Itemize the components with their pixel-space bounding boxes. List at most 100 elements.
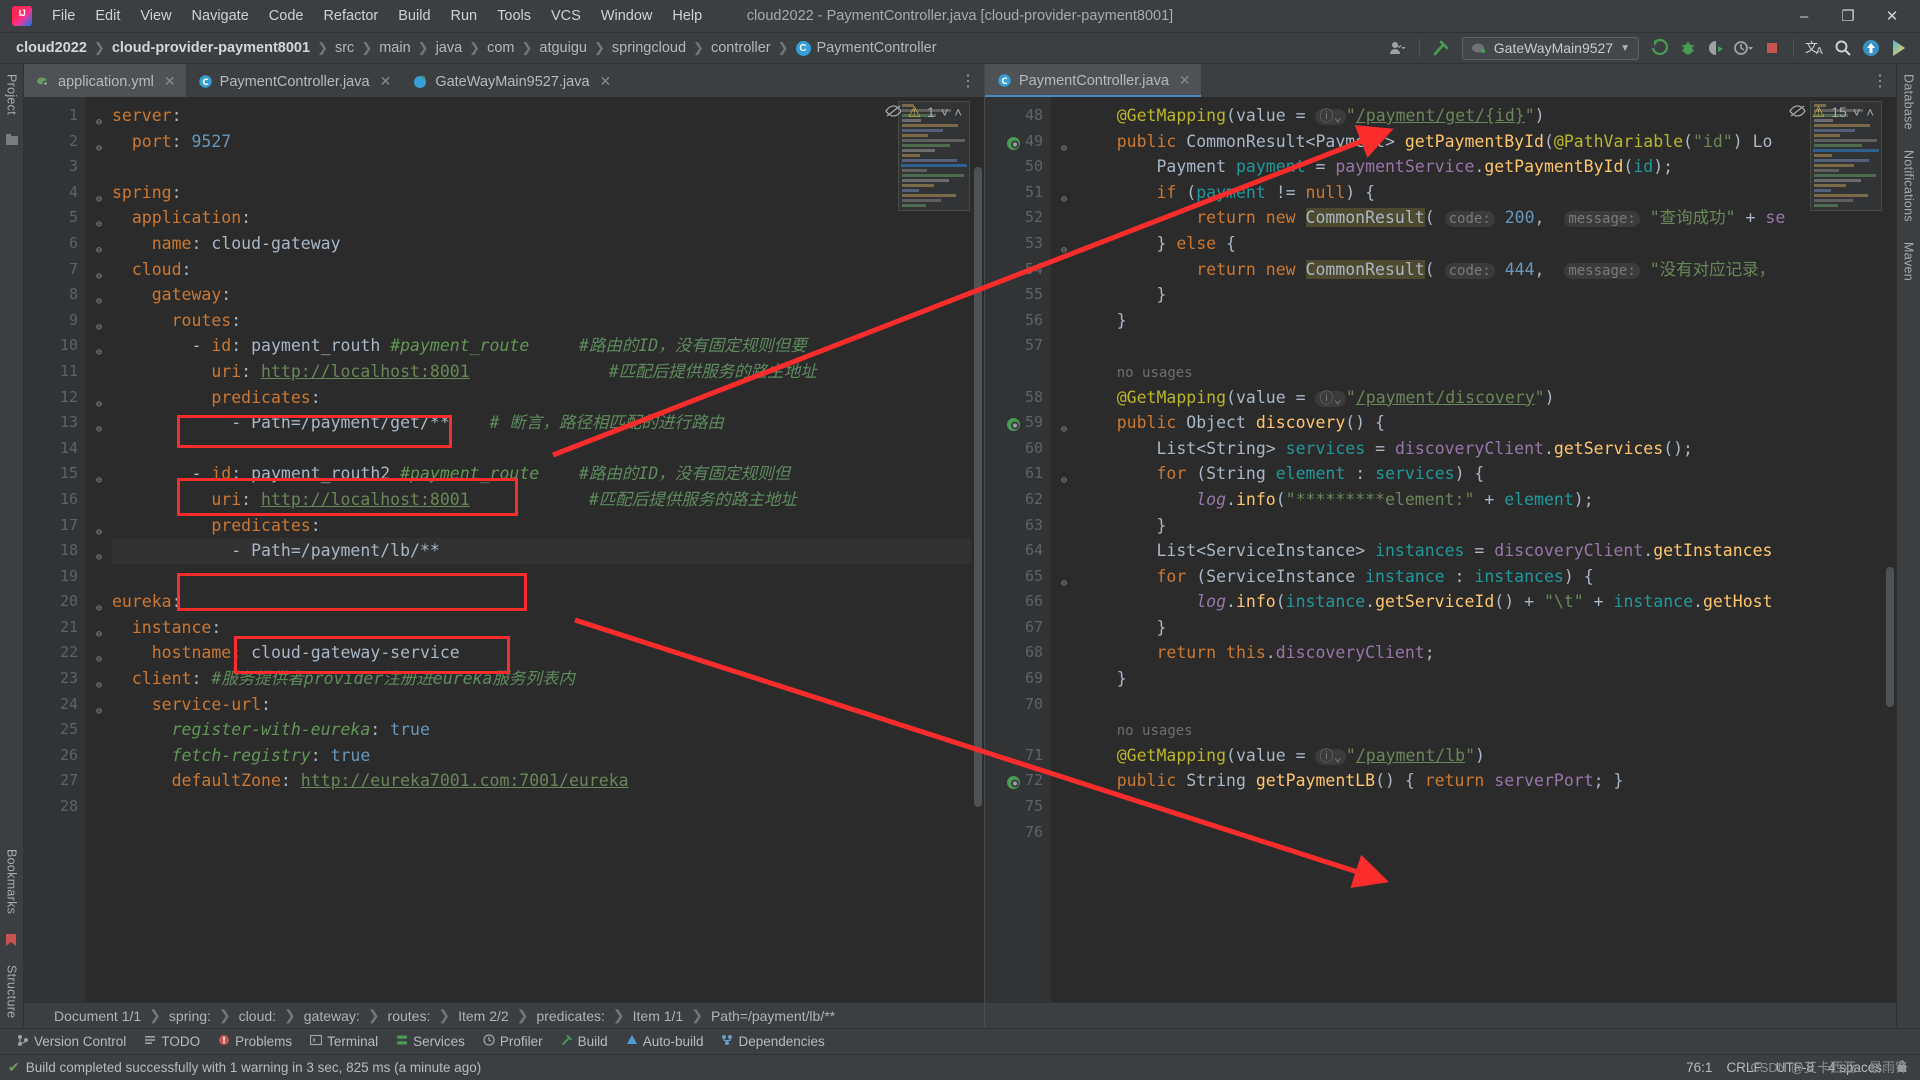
editor-tabs-options-left[interactable]: ⋮	[960, 64, 984, 97]
code-line[interactable]: - id: payment_routh2 #payment_route #路由的…	[112, 461, 984, 487]
code-line[interactable]: return this.discoveryClient;	[1077, 640, 1896, 666]
web-endpoint-icon[interactable]	[1006, 415, 1021, 432]
toolwindow-profiler[interactable]: Profiler	[474, 1031, 552, 1052]
toolwindow-todo[interactable]: TODO	[135, 1031, 209, 1052]
code-line[interactable]: List<String> services = discoveryClient.…	[1077, 436, 1896, 462]
toolwindow-auto-build[interactable]: Auto-build	[617, 1031, 713, 1052]
code-line[interactable]: port: 9527	[112, 129, 984, 155]
sidebar-item-notifications[interactable]: Notifications	[1898, 140, 1920, 232]
more-options-icon[interactable]: ⋮	[960, 71, 976, 91]
code-line[interactable]: name: cloud-gateway	[112, 231, 984, 257]
code-line[interactable]: }	[1077, 513, 1896, 539]
next-problem-icon[interactable]: ˄	[954, 105, 962, 120]
ide-features-icon[interactable]	[1886, 36, 1912, 60]
close-tab-icon[interactable]: ✕	[600, 73, 612, 90]
code-line[interactable]: Payment payment = paymentService.getPaym…	[1077, 154, 1896, 180]
breadcrumb-gateway[interactable]: gateway:	[304, 1008, 360, 1024]
code-editor-left[interactable]: 1 ⊖ 2 ⊖ 3 4 ⊖ 5 ⊖ 6 ⊖ 7 ⊖ 8 ⊖ 9 ⊖ 10 ⊖ 11 12 ⊖ 13 ⊖ 14 15 ⊖ 16 17 ⊖ 18…	[24, 97, 984, 1002]
breadcrumb-document[interactable]: Document 1/1	[54, 1008, 141, 1024]
breadcrumb-controller[interactable]: controller	[711, 40, 771, 56]
toolwindow-build[interactable]: Build	[552, 1031, 617, 1052]
toolwindow-dependencies[interactable]: Dependencies	[712, 1031, 833, 1052]
code-line[interactable]: register-with-eureka: true	[112, 717, 984, 743]
hide-inspections-icon[interactable]	[884, 104, 902, 121]
minimize-button[interactable]: –	[1782, 0, 1826, 32]
code-line[interactable]: for (ServiceInstance instance : instance…	[1077, 564, 1896, 590]
maximize-button[interactable]: ❐	[1826, 0, 1870, 32]
close-button[interactable]: ✕	[1870, 0, 1914, 32]
updates-icon[interactable]	[1858, 36, 1884, 60]
code-line[interactable]	[1077, 692, 1896, 718]
stop-icon[interactable]	[1759, 36, 1785, 60]
sidebar-item-project[interactable]: Project	[1, 64, 23, 125]
prev-problem-icon[interactable]: ˅	[1853, 105, 1861, 120]
scrollbar-thumb[interactable]	[1886, 567, 1894, 707]
breadcrumb-atguigu[interactable]: atguigu	[539, 40, 587, 56]
editor-tabs-options-right[interactable]: ⋮	[1872, 64, 1896, 97]
code-line[interactable]: uri: http://localhost:8001 #匹配后提供服务的路主地址	[112, 359, 984, 385]
code-line[interactable]: spring:	[112, 180, 984, 206]
menu-tools[interactable]: Tools	[487, 4, 541, 28]
code-line[interactable]: uri: http://localhost:8001 #匹配后提供服务的路主地址	[112, 487, 984, 513]
menu-navigate[interactable]: Navigate	[182, 4, 259, 28]
code-line[interactable]: client: #服务提供者provider注册进eureka服务列表内	[112, 666, 984, 692]
close-tab-icon[interactable]: ✕	[164, 73, 176, 90]
breadcrumb-src[interactable]: src	[335, 40, 354, 56]
code-line[interactable]: cloud:	[112, 257, 984, 283]
code-line[interactable]: }	[1077, 666, 1896, 692]
code-line[interactable]: if (payment != null) {	[1077, 180, 1896, 206]
editor-tab-application-yml[interactable]: application.yml ✕	[24, 64, 186, 97]
code-line[interactable]	[112, 154, 984, 180]
breadcrumb-item-2-2[interactable]: Item 2/2	[458, 1008, 509, 1024]
code-line[interactable]: @GetMapping(value = ⓘ⌄ "/payment/get/{id}…	[1077, 103, 1896, 129]
menu-build[interactable]: Build	[388, 4, 440, 28]
code-line[interactable]	[112, 564, 984, 590]
web-endpoint-icon[interactable]	[1006, 134, 1021, 150]
menu-run[interactable]: Run	[441, 4, 488, 28]
menu-vcs[interactable]: VCS	[541, 4, 591, 28]
code-line[interactable]	[1077, 333, 1896, 359]
breadcrumb-com[interactable]: com	[487, 40, 514, 56]
code-line[interactable]: }	[1077, 615, 1896, 641]
breadcrumb-springcloud[interactable]: springcloud	[612, 40, 686, 56]
code-content-right[interactable]: @GetMapping(value = ⓘ⌄ "/payment/get/{id}…	[1051, 97, 1896, 1002]
toolwindow-terminal[interactable]: Terminal	[301, 1031, 387, 1052]
code-line[interactable]: return new CommonResult( code: 444, mess…	[1077, 257, 1896, 283]
editor-tab-paymentcontroller-right[interactable]: C PaymentController.java ✕	[985, 64, 1201, 97]
menu-refactor[interactable]: Refactor	[313, 4, 388, 28]
sidebar-item-structure[interactable]: Structure	[1, 955, 23, 1028]
breadcrumb-project[interactable]: cloud2022	[16, 40, 87, 56]
code-line[interactable]: @GetMapping(value = ⓘ⌄ "/payment/lb")	[1077, 743, 1896, 769]
code-line[interactable]: eureka:	[112, 589, 984, 615]
toolwindow-services[interactable]: Services	[387, 1031, 474, 1052]
more-options-icon[interactable]: ⋮	[1872, 71, 1888, 91]
code-line[interactable]: fetch-registry: true	[112, 743, 984, 769]
breadcrumb-routes[interactable]: routes:	[388, 1008, 431, 1024]
next-problem-icon[interactable]: ˄	[1866, 105, 1874, 120]
inspection-widget-right[interactable]: ⚠ 15 ˅ ˄	[1789, 103, 1874, 121]
menu-edit[interactable]: Edit	[85, 4, 130, 28]
code-line[interactable]: service-url:	[112, 692, 984, 718]
close-tab-icon[interactable]: ✕	[1179, 72, 1191, 89]
menu-view[interactable]: View	[130, 4, 181, 28]
toolwindow-version-control[interactable]: Version Control	[8, 1031, 135, 1053]
code-line[interactable]: }	[1077, 308, 1896, 334]
hammer-build-icon[interactable]	[1428, 36, 1454, 60]
run-configuration-selector[interactable]: GateWayMain9527 ▼	[1461, 36, 1639, 60]
web-endpoint-icon[interactable]	[1006, 773, 1021, 790]
breadcrumb-cloud[interactable]: cloud:	[239, 1008, 276, 1024]
run-coverage-icon[interactable]	[1703, 36, 1729, 60]
code-line[interactable]: routes:	[112, 308, 984, 334]
code-line[interactable]	[112, 436, 984, 462]
code-line[interactable]: application:	[112, 205, 984, 231]
gutter-left[interactable]: 1 ⊖ 2 ⊖ 3 4 ⊖ 5 ⊖ 6 ⊖ 7 ⊖ 8 ⊖ 9 ⊖ 10 ⊖ 11 12 ⊖ 13 ⊖ 14 15 ⊖ 16 17 ⊖ 18…	[24, 97, 102, 1002]
code-line[interactable]: @GetMapping(value = ⓘ⌄ "/payment/discover…	[1077, 385, 1896, 411]
sidebar-item-database[interactable]: Database	[1898, 64, 1920, 140]
code-line[interactable]: }	[1077, 282, 1896, 308]
code-line[interactable]: - Path=/payment/lb/**	[112, 538, 984, 564]
code-line[interactable]	[112, 794, 984, 820]
hide-inspections-icon[interactable]	[1789, 104, 1806, 121]
code-editor-right[interactable]: 48 49 ⊖ 50 51 ⊖ 52 53 ⊖ 54 55 56 57 58 59 ⊖ 60 61 ⊖ 62 63 64 6…	[985, 97, 1896, 1002]
breadcrumb-module[interactable]: cloud-provider-payment8001	[112, 40, 310, 56]
code-line[interactable]: server:	[112, 103, 984, 129]
